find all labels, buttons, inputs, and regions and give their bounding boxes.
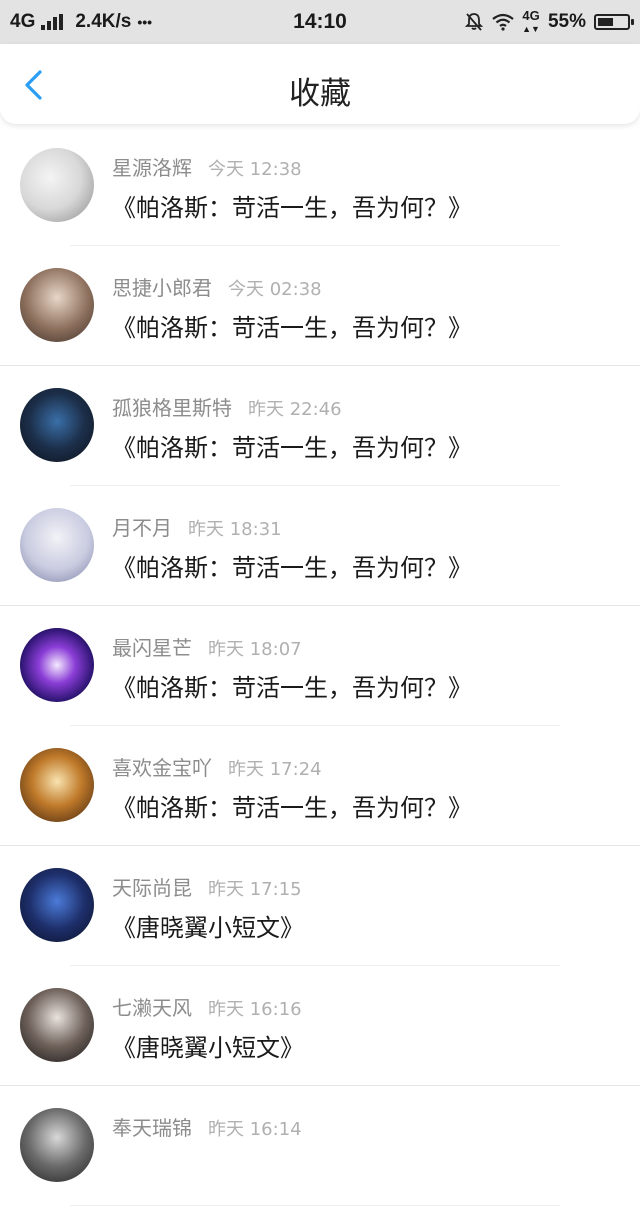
mobile-data-label: 4G <box>522 7 540 23</box>
avatar[interactable] <box>20 388 94 462</box>
timestamp: 今天 12:38 <box>208 159 302 180</box>
avatar[interactable] <box>20 268 94 342</box>
timestamp: 昨天 22:46 <box>248 399 342 420</box>
work-title[interactable]: 《帕洛斯：苛活一生，吾为何？》 <box>112 788 472 823</box>
timestamp: 昨天 16:16 <box>208 999 302 1020</box>
username-text: 星源洛辉 <box>112 156 192 180</box>
work-title[interactable]: 《唐晓翼小短文》 <box>112 1028 304 1063</box>
username[interactable]: 思捷小郎君 今天 02:38 <box>112 272 322 301</box>
title-bar: 收藏 <box>0 44 640 124</box>
favorite-item[interactable]: 星源洛辉 今天 12:38 《帕洛斯：苛活一生，吾为何？》 <box>0 126 640 246</box>
username[interactable]: 喜欢金宝吖 昨天 17:24 <box>112 752 322 781</box>
username[interactable]: 七濑天风 昨天 16:16 <box>112 992 302 1021</box>
battery-fill <box>598 18 613 26</box>
username[interactable]: 星源洛辉 今天 12:38 <box>112 152 302 181</box>
mute-bell-icon <box>464 13 484 31</box>
username[interactable]: 最闪星芒 昨天 18:07 <box>112 632 302 661</box>
avatar[interactable] <box>20 148 94 222</box>
favorites-list: 星源洛辉 今天 12:38 《帕洛斯：苛活一生，吾为何？》 思捷小郎君 今天 02:38… <box>0 126 640 1206</box>
username-text: 孤狼格里斯特 <box>112 396 232 420</box>
favorite-item[interactable]: 七濑天风 昨天 16:16 《唐晓翼小短文》 <box>0 966 640 1086</box>
timestamp: 昨天 18:31 <box>188 519 282 540</box>
username[interactable]: 孤狼格里斯特 昨天 22:46 <box>112 392 342 421</box>
username[interactable]: 奉天瑞锦 昨天 16:14 <box>112 1112 302 1141</box>
username[interactable]: 月不月 昨天 18:31 <box>112 512 282 541</box>
status-right: 4G ▲▼ 55% <box>464 7 634 34</box>
battery-icon <box>594 14 634 30</box>
work-title[interactable]: 《帕洛斯：苛活一生，吾为何？》 <box>112 308 472 343</box>
timestamp: 昨天 17:15 <box>208 879 302 900</box>
username-text: 思捷小郎君 <box>112 276 212 300</box>
work-title[interactable]: 《帕洛斯：苛活一生，吾为何？》 <box>112 428 472 463</box>
username-text: 天际尚昆 <box>112 876 192 900</box>
work-title[interactable]: 《帕洛斯：苛活一生，吾为何？》 <box>112 188 472 223</box>
timestamp: 今天 02:38 <box>228 279 322 300</box>
timestamp: 昨天 17:24 <box>228 759 322 780</box>
favorite-item[interactable]: 奉天瑞锦 昨天 16:14 <box>0 1086 640 1206</box>
page-title: 收藏 <box>289 76 351 112</box>
favorite-item[interactable]: 孤狼格里斯特 昨天 22:46 《帕洛斯：苛活一生，吾为何？》 <box>0 366 640 486</box>
avatar[interactable] <box>20 628 94 702</box>
username-text: 七濑天风 <box>112 996 192 1020</box>
timestamp: 昨天 18:07 <box>208 639 302 660</box>
timestamp: 昨天 16:14 <box>208 1119 302 1140</box>
username-text: 最闪星芒 <box>112 636 192 660</box>
mobile-data-indicator: 4G ▲▼ <box>522 7 540 34</box>
avatar[interactable] <box>20 1108 94 1182</box>
favorite-item[interactable]: 天际尚昆 昨天 17:15 《唐晓翼小短文》 <box>0 846 640 966</box>
avatar[interactable] <box>20 868 94 942</box>
avatar[interactable] <box>20 988 94 1062</box>
status-bar: 4G 2.4K/s ••• 14:10 4G ▲▼ 55% <box>0 0 640 44</box>
avatar[interactable] <box>20 508 94 582</box>
favorite-item[interactable]: 思捷小郎君 今天 02:38 《帕洛斯：苛活一生，吾为何？》 <box>0 246 640 366</box>
username-text: 奉天瑞锦 <box>112 1116 192 1140</box>
work-title[interactable]: 《唐晓翼小短文》 <box>112 908 304 943</box>
username-text: 月不月 <box>112 516 172 540</box>
battery-percent: 55% <box>547 11 586 32</box>
username-text: 喜欢金宝吖 <box>112 756 212 780</box>
work-title[interactable]: 《帕洛斯：苛活一生，吾为何？》 <box>112 548 472 583</box>
favorite-item[interactable]: 月不月 昨天 18:31 《帕洛斯：苛活一生，吾为何？》 <box>0 486 640 606</box>
work-title[interactable]: 《帕洛斯：苛活一生，吾为何？》 <box>112 668 472 703</box>
wifi-icon <box>492 13 514 31</box>
avatar[interactable] <box>20 748 94 822</box>
username[interactable]: 天际尚昆 昨天 17:15 <box>112 872 302 901</box>
favorite-item[interactable]: 最闪星芒 昨天 18:07 《帕洛斯：苛活一生，吾为何？》 <box>0 606 640 726</box>
favorite-item[interactable]: 喜欢金宝吖 昨天 17:24 《帕洛斯：苛活一生，吾为何？》 <box>0 726 640 846</box>
